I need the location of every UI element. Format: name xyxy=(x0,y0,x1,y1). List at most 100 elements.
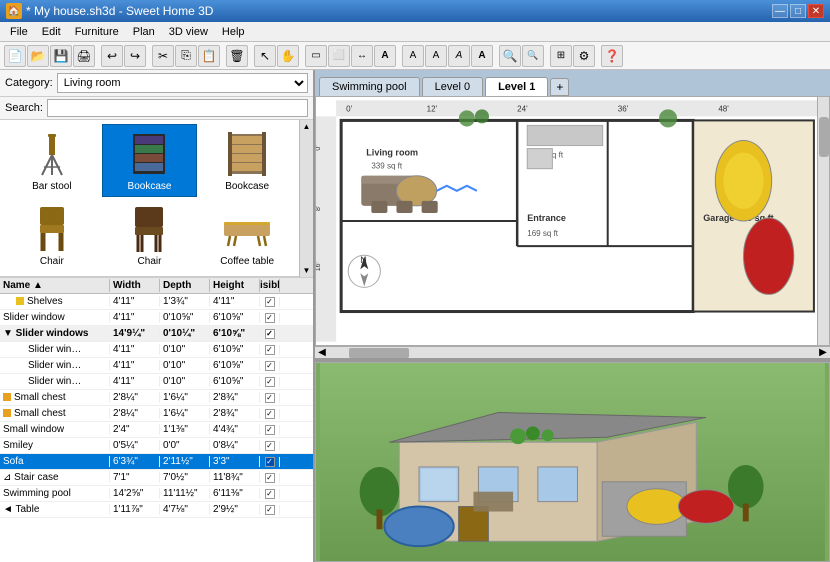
list-item[interactable]: Small chest 2'8¼" 1'6¼" 2'8¾" ✓ xyxy=(0,390,313,406)
furniture-item-coffeetable[interactable]: Coffee table xyxy=(199,199,295,272)
cell-height: 6'10⅝" xyxy=(210,360,260,371)
maximize-button[interactable]: □ xyxy=(790,4,806,18)
list-item[interactable]: Swimming pool 14'2⅝" 11'11½" 6'11⅜" ✓ xyxy=(0,486,313,502)
scroll-right-btn[interactable]: ▶ xyxy=(816,347,830,358)
font-b-icon[interactable]: A xyxy=(425,45,447,67)
list-item[interactable]: ⊿ Stair case 7'1" 7'0½" 11'8¾" ✓ xyxy=(0,470,313,486)
cell-vis: ✓ xyxy=(260,313,280,323)
cell-width: 2'8¼" xyxy=(110,408,160,419)
cell-height: 4'11" xyxy=(210,296,260,307)
menu-3dview[interactable]: 3D view xyxy=(163,24,214,40)
coffeetable-label: Coffee table xyxy=(220,256,274,267)
redo-icon[interactable]: ↪ xyxy=(124,45,146,67)
copy-icon[interactable]: ⎘ xyxy=(175,45,197,67)
settings-icon[interactable]: ⚙ xyxy=(573,45,595,67)
header-name: Name ▲ xyxy=(0,279,110,292)
list-item[interactable]: Small window 2'4" 1'1⅜" 4'4¾" ✓ xyxy=(0,422,313,438)
svg-text:0': 0' xyxy=(316,145,322,150)
menu-file[interactable]: File xyxy=(4,24,34,40)
cut-icon[interactable]: ✂ xyxy=(152,45,174,67)
cell-width: 7'1" xyxy=(110,472,160,483)
help2-icon[interactable]: ❓ xyxy=(601,45,623,67)
3d-view[interactable] xyxy=(315,362,830,562)
cell-depth: 4'7⅛" xyxy=(160,504,210,515)
add-text-icon[interactable]: A xyxy=(374,45,396,67)
list-item-sofa[interactable]: Sofa 6'3¾" 2'11½" 3'3" ✓ xyxy=(0,454,313,470)
list-item[interactable]: Smiley 0'5¼" 0'0" 0'8¼" ✓ xyxy=(0,438,313,454)
close-button[interactable]: ✕ xyxy=(808,4,824,18)
furniture-item-chair2[interactable]: Chair xyxy=(102,199,198,272)
tab-swimming-pool[interactable]: Swimming pool xyxy=(319,77,420,96)
cell-width: 4'11" xyxy=(110,296,160,307)
save-icon[interactable]: 💾 xyxy=(50,45,72,67)
cell-height: 0'8¼" xyxy=(210,440,260,451)
tab-level1[interactable]: Level 1 xyxy=(485,77,548,96)
furniture-item-chair1[interactable]: Chair xyxy=(4,199,100,272)
cell-vis: ✓ xyxy=(260,409,280,419)
chair1-label: Chair xyxy=(40,256,64,267)
search-input[interactable] xyxy=(47,99,308,117)
pan-icon[interactable]: ✋ xyxy=(277,45,299,67)
cursor-icon[interactable]: ↖ xyxy=(254,45,276,67)
add-dimension-icon[interactable]: ↔ xyxy=(351,45,373,67)
cell-vis: ✓ xyxy=(260,473,280,483)
cell-width: 6'3¾" xyxy=(110,456,160,467)
list-item[interactable]: Slider win… 4'11" 0'10" 6'10⅝" ✓ xyxy=(0,358,313,374)
search-label: Search: xyxy=(5,102,43,114)
cell-name: Smiley xyxy=(0,440,110,451)
furniture-item-barstool[interactable]: Bar stool xyxy=(4,124,100,197)
cell-depth: 0'0" xyxy=(160,440,210,451)
menu-help[interactable]: Help xyxy=(216,24,251,40)
floor-plan-2d[interactable]: 0' 12' 24' 36' 48' 0' 8' 16' xyxy=(315,96,830,346)
category-select[interactable]: Living room Bedroom Kitchen Bathroom Off… xyxy=(57,73,308,93)
cell-depth: 1'3¾" xyxy=(160,296,210,307)
furniture-item-bookcase2[interactable]: Bookcase xyxy=(199,124,295,197)
menu-plan[interactable]: Plan xyxy=(127,24,161,40)
list-item[interactable]: ◄ Table 1'11⅞" 4'7⅛" 2'9½" ✓ xyxy=(0,502,313,518)
list-item[interactable]: Shelves 4'11" 1'3¾" 4'11" ✓ xyxy=(0,294,313,310)
add-room-icon[interactable]: ⬜ xyxy=(328,45,350,67)
svg-text:36': 36' xyxy=(618,104,629,113)
plan-hscroll[interactable]: ◀ ▶ xyxy=(315,346,830,358)
grid-scrollbar[interactable]: ▲ ▼ xyxy=(299,120,313,277)
cell-depth: 11'11½" xyxy=(160,488,210,499)
cell-name: Small window xyxy=(0,424,110,435)
cell-depth: 7'0½" xyxy=(160,472,210,483)
list-item-group[interactable]: ▼ Slider windows 14'9¼" 0'10¼" 6'10⅝" ✓ xyxy=(0,326,313,342)
cell-height: 4'4¾" xyxy=(210,424,260,435)
scroll-left-btn[interactable]: ◀ xyxy=(315,347,329,358)
list-item[interactable]: Slider win… 4'11" 0'10" 6'10⅝" ✓ xyxy=(0,374,313,390)
font-c-icon[interactable]: A xyxy=(448,45,470,67)
add-wall-icon[interactable]: ▭ xyxy=(305,45,327,67)
list-item[interactable]: Slider win… 4'11" 0'10" 6'10⅝" ✓ xyxy=(0,342,313,358)
print-icon[interactable]: 🖨 xyxy=(73,45,95,67)
header-visible: Visible xyxy=(260,279,280,292)
tab-level0[interactable]: Level 0 xyxy=(422,77,483,96)
furniture-item-bookcase1[interactable]: Bookcase xyxy=(102,124,198,197)
list-item[interactable]: Small chest 2'8¼" 1'6¼" 2'8¾" ✓ xyxy=(0,406,313,422)
paste-icon[interactable]: 📋 xyxy=(198,45,220,67)
list-item[interactable]: Slider window 4'11" 0'10⅝" 6'10⅝" ✓ xyxy=(0,310,313,326)
zoom-in-icon[interactable]: 🔍 xyxy=(499,45,521,67)
cell-height: 2'8¾" xyxy=(210,408,260,419)
add-level-button[interactable]: + xyxy=(550,78,569,96)
menu-furniture[interactable]: Furniture xyxy=(69,24,125,40)
grid-icon[interactable]: ⊞ xyxy=(550,45,572,67)
new-icon[interactable]: 📄 xyxy=(4,45,26,67)
delete-icon[interactable]: 🗑 xyxy=(226,45,248,67)
zoom-out-icon[interactable]: 🔍 xyxy=(522,45,544,67)
cell-width: 0'5¼" xyxy=(110,440,160,451)
menu-edit[interactable]: Edit xyxy=(36,24,67,40)
plan-vscroll[interactable] xyxy=(817,97,829,345)
cell-height: 11'8¾" xyxy=(210,472,260,483)
font-d-icon[interactable]: A xyxy=(471,45,493,67)
undo-icon[interactable]: ↩ xyxy=(101,45,123,67)
svg-text:339 sq ft: 339 sq ft xyxy=(371,162,403,171)
list-header: Name ▲ Width Depth Height Visible xyxy=(0,278,313,294)
open-icon[interactable]: 📂 xyxy=(27,45,49,67)
font-a-icon[interactable]: A xyxy=(402,45,424,67)
left-panel: Category: Living room Bedroom Kitchen Ba… xyxy=(0,70,315,562)
minimize-button[interactable]: — xyxy=(772,4,788,18)
cell-name: Slider win… xyxy=(0,376,110,387)
cell-vis: ✓ xyxy=(260,377,280,387)
